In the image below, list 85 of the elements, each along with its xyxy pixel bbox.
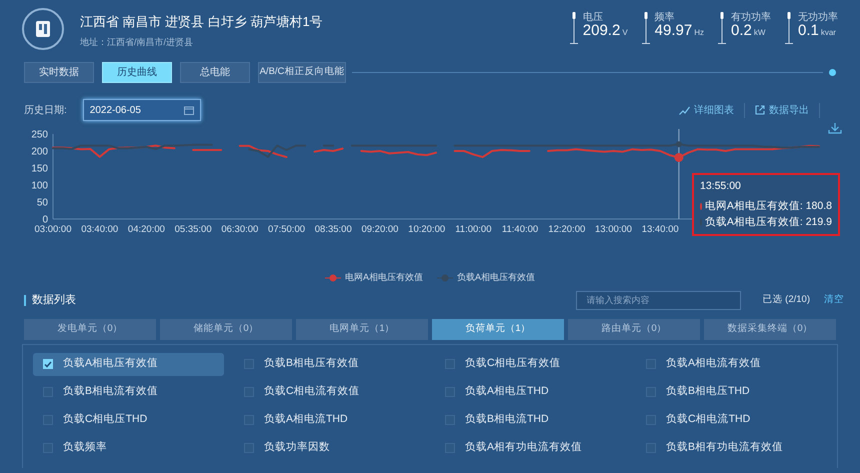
y-tick-label: 200 — [31, 146, 48, 158]
metric-value: 0.2 — [731, 22, 752, 39]
x-tick-label: 09:20:00 — [361, 224, 398, 235]
x-tick-label: 05:35:00 — [174, 224, 212, 235]
trend-icon — [679, 106, 690, 114]
metric-unit: V — [622, 28, 628, 37]
gauge-icon — [642, 12, 650, 44]
list-item[interactable]: 负载A相有功电流有效值 — [435, 436, 626, 460]
calendar-icon — [184, 106, 194, 114]
section-title: 数据列表 — [24, 294, 76, 306]
metric-label: 无功功率 — [798, 12, 838, 23]
line-end-dot — [829, 69, 836, 76]
tab[interactable]: 实时数据 — [24, 62, 94, 83]
x-tick-label: 11:40:00 — [502, 224, 538, 235]
category-tab[interactable]: 发电单元（0） — [24, 318, 156, 340]
metric-label: 频率 — [654, 12, 676, 23]
metric-value: 49.97 — [654, 22, 692, 39]
station-title: 江西省 南昌市 进贤县 白圩乡 葫芦塘村1号 — [80, 13, 323, 31]
x-tick-label: 03:40:00 — [81, 224, 118, 235]
list-item[interactable]: 负载C相电流THD — [636, 408, 827, 432]
category-tab[interactable]: 负荷单元（1） — [432, 318, 564, 340]
list-item[interactable]: 负载C相电压THD — [33, 408, 224, 432]
list-item[interactable]: 负载B相电流THD — [435, 408, 626, 432]
category-tab[interactable]: 储能单元（0） — [160, 318, 292, 340]
list-item[interactable]: 负载B相电流有效值 — [33, 380, 224, 404]
list-item[interactable]: 负载B相电压THD — [636, 380, 827, 404]
list-item[interactable]: 负载C相电压有效值 — [435, 352, 626, 376]
list-item[interactable]: 负载C相电流有效值 — [234, 380, 425, 404]
list-item[interactable]: 负载B相有功电流有效值 — [636, 436, 827, 460]
legend-label: 电网A相电压有效值 — [344, 271, 423, 284]
list-item[interactable]: 负载A相电流有效值 — [636, 352, 827, 376]
date-label: 历史日期: — [24, 104, 67, 118]
y-tick-label: 0 — [42, 214, 48, 226]
legend-label: 负载A相电压有效值 — [457, 271, 536, 284]
category-tab[interactable]: 路由单元（0） — [568, 318, 700, 340]
x-tick-label: 11:00:00 — [455, 224, 492, 235]
clear-link[interactable]: 清空 — [824, 292, 844, 308]
gauge-icon — [785, 12, 793, 44]
highlight-point — [674, 152, 684, 162]
x-tick-label: 13:00:00 — [595, 224, 632, 235]
export-icon — [755, 105, 765, 115]
gauge-icon — [570, 12, 578, 44]
export-link[interactable]: 数据导出 — [745, 102, 820, 118]
tab[interactable]: 总电能 — [180, 62, 250, 83]
station-address: 地址：江西省/南昌市/进贤县 — [80, 36, 194, 48]
category-tab[interactable]: 数据采集终端（0） — [704, 318, 836, 340]
list-item[interactable]: 负载频率 — [33, 436, 224, 460]
list-item[interactable]: 负载A相电压有效值 — [33, 352, 224, 376]
metric-value: 209.2 — [582, 22, 620, 39]
y-tick-label: 150 — [31, 164, 48, 174]
metric-label: 电压 — [582, 12, 604, 23]
highlight-point — [676, 141, 682, 148]
category-tab[interactable]: 电网单元（1） — [296, 318, 428, 340]
tooltip-value: 负载A相电压有效值: 219.9 — [704, 214, 832, 230]
tab[interactable]: A/B/C相正反向电能 — [258, 62, 346, 83]
list-item[interactable]: 负载A相电压THD — [435, 380, 626, 404]
download-icon[interactable] — [828, 122, 842, 134]
search-field[interactable]: 请输入搜索内容 — [576, 290, 741, 310]
list-item[interactable]: 负载功率因数 — [234, 436, 425, 460]
selected-count: 已选 (2/10) — [762, 292, 810, 307]
metric-value: 0.1 — [798, 22, 819, 39]
x-tick-label: 12:20:00 — [548, 224, 586, 235]
x-tick-label: 03:00:00 — [34, 224, 72, 235]
y-tick-label: 50 — [36, 198, 48, 208]
date-field[interactable]: 2022-06-05 — [82, 99, 201, 121]
metric-unit: Hz — [694, 28, 704, 37]
y-tick-label: 100 — [31, 180, 48, 192]
x-tick-label: 13:40:00 — [642, 224, 679, 235]
x-tick-label: 07:50:00 — [268, 224, 306, 235]
x-tick-label: 10:20:00 — [408, 224, 446, 235]
y-tick-label: 250 — [31, 130, 48, 140]
x-tick-label: 08:35:00 — [314, 224, 352, 235]
metric-unit: kW — [754, 28, 766, 37]
list-item[interactable]: 负载A相电流THD — [234, 408, 425, 432]
tooltip-time: 13:55:00 — [700, 179, 742, 194]
list-item[interactable]: 负载B相电压有效值 — [234, 352, 425, 376]
tab[interactable]: 历史曲线 — [102, 62, 172, 83]
tooltip-value: 电网A相电压有效值: 180.8 — [704, 198, 832, 214]
x-tick-label: 06:30:00 — [221, 224, 258, 235]
metric-label: 有功功率 — [731, 12, 771, 23]
x-tick-label: 04:20:00 — [128, 224, 165, 235]
metric-unit: kvar — [820, 28, 836, 37]
station-icon — [22, 8, 64, 50]
detail-chart-link[interactable]: 详细图表 — [669, 102, 745, 118]
gauge-icon — [718, 12, 726, 44]
